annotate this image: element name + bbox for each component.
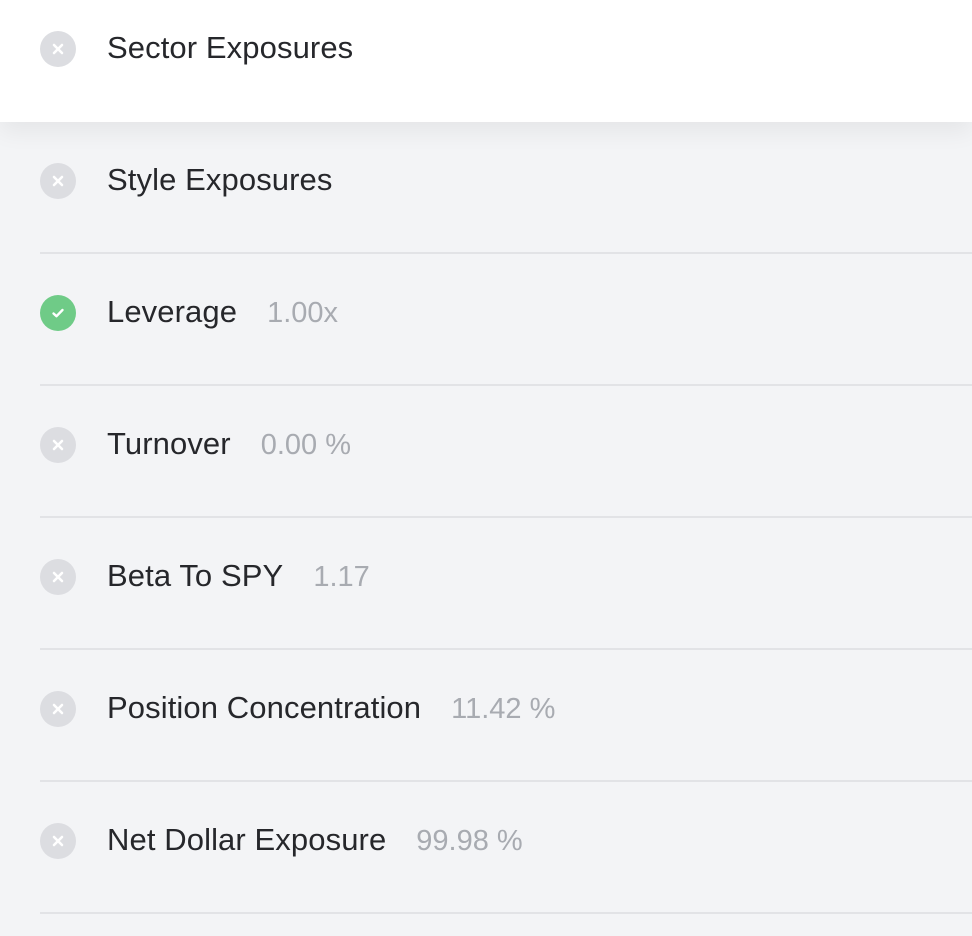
check-label: Position Concentration — [107, 690, 422, 725]
close-icon — [40, 559, 76, 595]
check-value: 1.00x — [267, 297, 339, 329]
risk-checks-list: Sector Exposures Style Exposures Leverag… — [0, 0, 972, 936]
check-row-beta-to-spy[interactable]: Beta To SPY 1.17 — [0, 518, 972, 650]
check-row-net-dollar-exposure[interactable]: Net Dollar Exposure 99.98 % — [0, 782, 972, 914]
check-row-leverage[interactable]: Leverage 1.00x — [0, 254, 972, 386]
check-label: Turnover — [107, 426, 231, 461]
close-icon — [40, 427, 76, 463]
check-label: Sector Exposures — [107, 30, 354, 65]
check-value: 11.42 % — [451, 693, 556, 725]
close-icon — [40, 31, 76, 67]
check-value: 99.98 % — [416, 825, 523, 857]
check-label: Leverage — [107, 294, 238, 329]
check-label: Style Exposures — [107, 162, 333, 197]
check-icon — [40, 295, 76, 331]
check-row-position-concentration[interactable]: Position Concentration 11.42 % — [0, 650, 972, 782]
check-label: Net Dollar Exposure — [107, 822, 387, 857]
check-value: 1.17 — [313, 561, 370, 593]
check-value: 0.00 % — [260, 429, 351, 461]
check-row-sector-exposures[interactable]: Sector Exposures — [0, 0, 972, 122]
close-icon — [40, 691, 76, 727]
check-row-style-exposures[interactable]: Style Exposures — [0, 122, 972, 254]
check-row-turnover[interactable]: Turnover 0.00 % — [0, 386, 972, 518]
row-divider — [40, 912, 972, 914]
check-label: Beta To SPY — [107, 558, 284, 593]
close-icon — [40, 163, 76, 199]
close-icon — [40, 823, 76, 859]
